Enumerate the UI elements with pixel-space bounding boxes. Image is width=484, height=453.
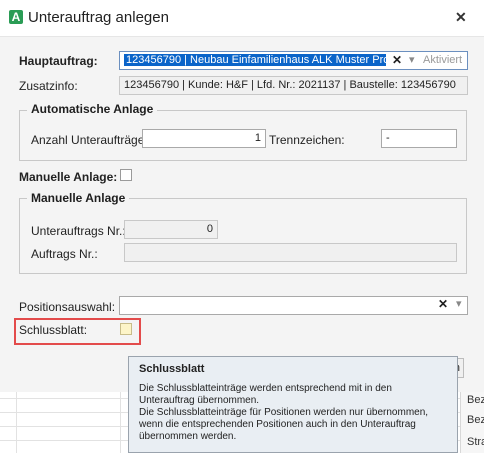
- clear-icon[interactable]: ✕: [438, 297, 448, 311]
- schlussblatt-tooltip: Schlussblatt Die Schlussblatteinträge we…: [128, 356, 458, 453]
- background-label: Beze: [467, 394, 484, 406]
- chevron-down-icon[interactable]: ▾: [456, 297, 462, 310]
- grid-line: [16, 392, 17, 453]
- tooltip-text-1: Die Schlussblatteinträge werden entsprec…: [139, 383, 392, 406]
- background-label: Stra: [467, 436, 484, 448]
- zusatzinfo-field: 123456790 | Kunde: H&F | Lfd. Nr.: 20211…: [119, 76, 468, 95]
- background-label: Beze: [467, 414, 484, 426]
- unterauftrags-nr-field: 0: [124, 220, 218, 239]
- positionsauswahl-combobox[interactable]: [119, 296, 468, 315]
- zusatzinfo-label: Zusatzinfo:: [19, 79, 78, 93]
- chevron-down-icon[interactable]: ▾: [409, 53, 415, 66]
- hauptauftrag-label: Hauptauftrag:: [19, 54, 98, 68]
- manuelle-anlage-title: Manuelle Anlage: [27, 191, 130, 205]
- highlight-box: [14, 318, 141, 345]
- anzahl-unterauftraege-input[interactable]: 1: [142, 129, 266, 148]
- auftrags-nr-field: [124, 243, 457, 262]
- trennzeichen-label: Trennzeichen:: [269, 133, 345, 147]
- auftrags-nr-label: Auftrags Nr.:: [31, 247, 98, 261]
- anzahl-unterauftraege-label: Anzahl Unteraufträge:: [31, 133, 148, 147]
- app-logo-icon: A: [9, 10, 23, 24]
- hauptauftrag-value: 123456790 | Neubau Einfamilienhaus ALK M…: [124, 54, 409, 66]
- tooltip-text-2: Die Schlussblatteinträge für Positionen …: [139, 407, 429, 442]
- positionsauswahl-label: Positionsauswahl:: [19, 300, 116, 314]
- unterauftrags-nr-label: Unterauftrags Nr.:: [31, 224, 126, 238]
- window-title: Unterauftrag anlegen: [28, 9, 169, 26]
- trennzeichen-input[interactable]: -: [381, 129, 457, 148]
- automatische-anlage-title: Automatische Anlage: [27, 102, 158, 116]
- background-panel: Beze Beze Stra: [460, 392, 484, 453]
- status-text: Aktiviert: [423, 54, 463, 66]
- grid-line: [120, 392, 121, 453]
- tooltip-title: Schlussblatt: [139, 363, 205, 375]
- close-icon[interactable]: ✕: [455, 9, 467, 26]
- clear-icon[interactable]: ✕: [392, 53, 402, 67]
- hauptauftrag-controls: ✕ ▾ Aktiviert: [386, 52, 467, 69]
- manuelle-anlage-checkbox[interactable]: [120, 169, 132, 181]
- manuelle-anlage-label: Manuelle Anlage:: [19, 170, 118, 184]
